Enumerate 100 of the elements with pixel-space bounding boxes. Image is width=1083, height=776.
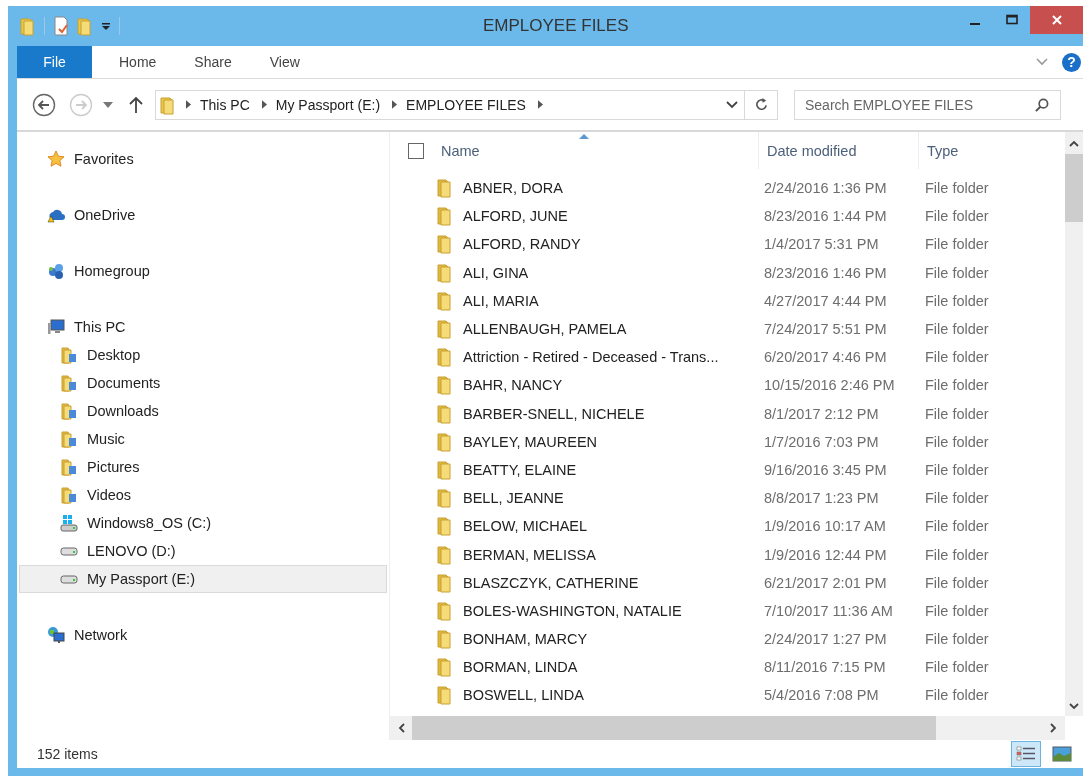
select-all-checkbox[interactable]	[408, 142, 424, 159]
drive-icon	[60, 574, 78, 584]
file-name[interactable]: BELL, JEANNE	[463, 490, 764, 507]
file-name[interactable]: BEATTY, ELAINE	[463, 461, 764, 478]
close-button[interactable]	[1030, 6, 1083, 34]
sidebar-item[interactable]: This PC	[19, 313, 387, 341]
refresh-button[interactable]	[745, 89, 778, 120]
maximize-icon	[1005, 14, 1018, 26]
sidebar-item[interactable]: LENOVO (D:)	[19, 537, 387, 565]
sidebar-item[interactable]: OneDrive	[19, 201, 387, 229]
column-header[interactable]: Name	[441, 132, 759, 169]
date-modified: 1/9/2016 10:17 AM	[764, 518, 887, 535]
date-modified: 7/24/2017 5:51 PM	[764, 321, 888, 338]
breadcrumb[interactable]: This PC	[200, 96, 250, 113]
chevron-icon[interactable]	[392, 100, 398, 109]
sidebar-item[interactable]: Videos	[19, 481, 387, 509]
homegroup-icon	[47, 262, 65, 280]
minimize-icon	[969, 23, 980, 25]
breadcrumb[interactable]: EMPLOYEE FILES	[406, 96, 526, 113]
date-modified: 8/11/2016 7:15 PM	[764, 659, 887, 676]
sidebar-item[interactable]: Music	[19, 425, 387, 453]
file-name[interactable]: BERMAN, MELISSA	[463, 546, 764, 563]
customize-dropdown-icon[interactable]	[101, 21, 111, 31]
back-button[interactable]	[32, 92, 56, 117]
file-name[interactable]: BAHR, NANCY	[463, 377, 764, 394]
sidebar-item[interactable]: My Passport (E:)	[19, 565, 387, 593]
file-type: File folder	[925, 292, 989, 309]
date-modified: 5/4/2016 7:08 PM	[764, 687, 880, 704]
file-name[interactable]: ABNER, DORA	[463, 180, 764, 197]
chevron-icon[interactable]	[261, 100, 267, 109]
address-bar[interactable]: This PC My Passport (E:) EMPLOYEE FILES	[155, 89, 745, 120]
horizontal-scrollbar[interactable]	[390, 716, 1065, 740]
file-type: File folder	[925, 377, 989, 394]
column-header[interactable]: Type	[919, 132, 1065, 169]
folder-icon	[60, 458, 78, 476]
vertical-scrollbar[interactable]	[1065, 132, 1083, 716]
expand-ribbon-icon[interactable]	[1036, 58, 1048, 66]
scrollbar-thumb[interactable]	[412, 716, 936, 740]
preview-picture-icon	[1052, 746, 1072, 762]
folder-icon	[60, 402, 78, 420]
file-type: File folder	[925, 180, 989, 197]
date-modified: 8/23/2016 1:46 PM	[764, 264, 888, 281]
file-name[interactable]: BELOW, MICHAEL	[463, 518, 764, 535]
chevron-icon[interactable]	[186, 100, 191, 109]
file-type: File folder	[925, 490, 989, 507]
star-icon	[47, 150, 65, 168]
file-name[interactable]: BLASZCZYK, CATHERINE	[463, 574, 764, 591]
date-modified: 8/1/2017 2:12 PM	[764, 405, 880, 422]
file-name[interactable]: ALI, GINA	[463, 264, 764, 281]
sidebar-item[interactable]: Downloads	[19, 397, 387, 425]
network-icon	[47, 626, 65, 644]
file-name[interactable]: BAYLEY, MAUREEN	[463, 433, 764, 450]
date-modified: 2/24/2016 1:36 PM	[764, 180, 888, 197]
file-type: File folder	[925, 546, 989, 563]
recent-locations-icon[interactable]	[103, 101, 113, 108]
sidebar-item[interactable]: Pictures	[19, 453, 387, 481]
scroll-right-icon[interactable]	[1049, 723, 1057, 733]
computer-icon	[47, 318, 65, 336]
file-type: File folder	[925, 236, 989, 253]
date-modified: 1/9/2016 12:44 PM	[764, 546, 888, 563]
scrollbar-thumb[interactable]	[1065, 154, 1083, 222]
scroll-left-icon[interactable]	[398, 723, 406, 733]
file-name[interactable]: BARBER-SNELL, NICHELE	[463, 405, 764, 422]
file-name[interactable]: BONHAM, MARCY	[463, 631, 764, 648]
file-name[interactable]: BORMAN, LINDA	[463, 659, 764, 676]
date-modified: 8/8/2017 1:23 PM	[764, 490, 880, 507]
scroll-up-icon[interactable]	[1069, 140, 1079, 148]
ribbon-tab[interactable]: File	[17, 46, 92, 78]
column-header[interactable]: Date modified	[759, 132, 919, 169]
breadcrumb[interactable]: My Passport (E:)	[275, 96, 381, 113]
file-type: File folder	[925, 264, 989, 281]
scroll-down-icon[interactable]	[1069, 702, 1079, 710]
file-name[interactable]: ALI, MARIA	[463, 292, 764, 309]
sidebar-item[interactable]: Documents	[19, 369, 387, 397]
details-view-button[interactable]	[1011, 741, 1041, 767]
chevron-icon[interactable]	[537, 100, 543, 109]
file-name[interactable]: BOSWELL, LINDA	[463, 687, 764, 704]
folder-icon	[160, 94, 176, 115]
search-icon	[1034, 97, 1049, 113]
file-name[interactable]: BOLES-WASHINGTON, NATALIE	[463, 602, 764, 619]
help-button[interactable]: ?	[1062, 52, 1081, 72]
sidebar-item[interactable]: Desktop	[19, 341, 387, 369]
file-name[interactable]: Attriction - Retired - Deceased - Trans...	[463, 349, 764, 366]
sidebar-item[interactable]: Homegroup	[19, 257, 387, 285]
sidebar-item[interactable]: Windows8_OS (C:)	[19, 509, 387, 537]
dropdown-icon[interactable]	[726, 100, 738, 109]
item-count: 152 items	[37, 746, 98, 762]
file-type: File folder	[925, 518, 989, 535]
file-type: File folder	[925, 461, 989, 478]
file-type: File folder	[925, 687, 989, 704]
search-field[interactable]: Search EMPLOYEE FILES	[794, 89, 1061, 120]
up-arrow-icon[interactable]	[129, 95, 143, 114]
folder-icon	[60, 346, 78, 364]
date-modified: 4/27/2017 4:44 PM	[764, 292, 888, 309]
sidebar-item[interactable]: Network	[19, 621, 387, 649]
file-name[interactable]: ALLENBAUGH, PAMELA	[463, 321, 764, 338]
file-name[interactable]: ALFORD, JUNE	[463, 208, 764, 225]
properties-icon[interactable]	[53, 16, 69, 36]
file-name[interactable]: ALFORD, RANDY	[463, 236, 764, 253]
sidebar-item[interactable]: Favorites	[19, 145, 387, 173]
